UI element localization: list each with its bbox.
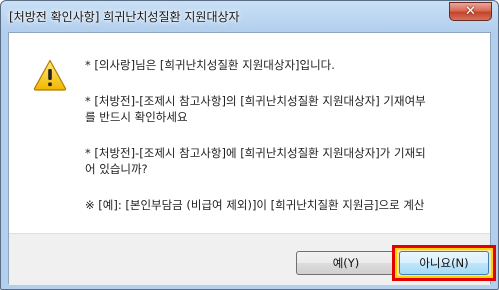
confirm-dialog: [처방전 확인사항] 희귀난치성질환 지원대상자 ✕ * [의사랑]님은 [희귀… — [0, 0, 499, 290]
close-button[interactable]: ✕ — [449, 2, 492, 21]
message-area: * [의사랑]님은 [희귀난치성질환 지원대상자]입니다. * [처방전]-[조… — [9, 33, 490, 233]
message-line: ※ [예]: [본인부담금 (비급여 제외)]이 [희귀난치질환 지원금]으로 … — [85, 198, 425, 212]
window-title: [처방전 확인사항] 희귀난치성질환 지원대상자 — [9, 10, 240, 24]
message-line: * [처방전]-[조제시 참고사항]의 [희귀난치성질환 지원대상자] 기재여부 — [85, 94, 426, 108]
no-button[interactable]: 아니요(N) — [399, 251, 489, 275]
warning-icon — [33, 59, 67, 91]
close-icon: ✕ — [465, 4, 476, 19]
message-paragraph-3: * [처방전]-[조제시 참고사항]에 [희귀난치성질환 지원대상자]가 기재되… — [85, 145, 485, 177]
message-line: 어 있습니까? — [85, 162, 148, 176]
message-line: * [의사랑]님은 [희귀난치성질환 지원대상자]입니다. — [85, 58, 335, 72]
yes-button[interactable]: 예(Y) — [296, 251, 396, 275]
dialog-body: * [의사랑]님은 [희귀난치성질환 지원대상자]입니다. * [처방전]-[조… — [8, 32, 496, 285]
message-line: 를 반드시 확인하세요 — [85, 110, 188, 124]
title-bar[interactable]: [처방전 확인사항] 희귀난치성질환 지원대상자 ✕ — [1, 1, 498, 32]
message-paragraph-4: ※ [예]: [본인부담금 (비급여 제외)]이 [희귀난치질환 지원금]으로 … — [85, 197, 485, 213]
button-bar: 예(Y) 아니요(N) — [9, 233, 496, 285]
highlight-frame: 아니요(N) — [392, 245, 496, 281]
message-text: * [의사랑]님은 [희귀난치성질환 지원대상자]입니다. * [처방전]-[조… — [85, 57, 485, 233]
message-paragraph-1: * [의사랑]님은 [희귀난치성질환 지원대상자]입니다. — [85, 57, 485, 73]
message-paragraph-2: * [처방전]-[조제시 참고사항]의 [희귀난치성질환 지원대상자] 기재여부… — [85, 93, 485, 125]
message-line: * [처방전]-[조제시 참고사항]에 [희귀난치성질환 지원대상자]가 기재되 — [85, 146, 426, 160]
